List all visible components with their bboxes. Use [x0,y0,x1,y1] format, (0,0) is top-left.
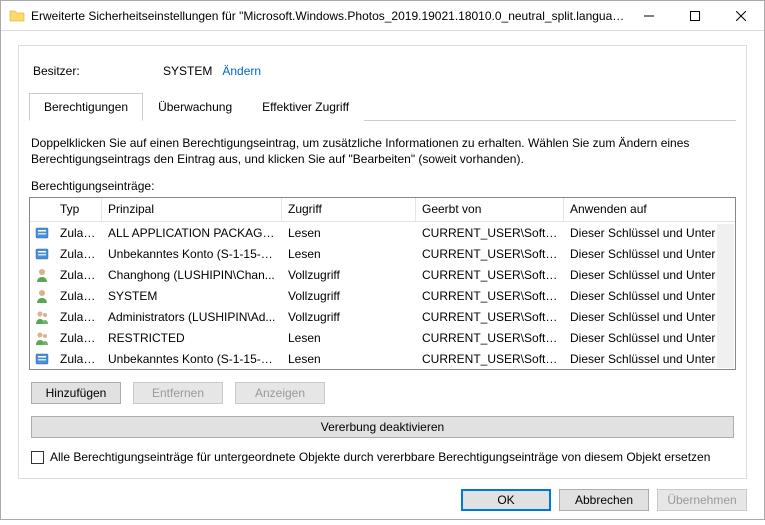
cell-type: Zulas... [54,266,102,284]
minimize-button[interactable] [626,1,672,31]
cell-access: Lesen [282,245,416,263]
cell-applies: Dieser Schlüssel und Unterschl... [564,287,735,305]
disable-inheritance-button[interactable]: Vererbung deaktivieren [31,416,734,438]
cell-type: Zulas... [54,224,102,242]
instructions-text: Doppelklicken Sie auf einen Berechtigung… [31,135,734,167]
cell-principal: SYSTEM [102,287,282,305]
cell-inherited: CURRENT_USER\Softw... [416,350,564,368]
cell-applies: Dieser Schlüssel und Unterschl... [564,245,735,263]
cell-principal: Unbekanntes Konto (S-1-15-3... [102,350,282,368]
cell-applies: Dieser Schlüssel und Unterschl... [564,350,735,368]
cell-type: Zulas... [54,308,102,326]
cell-principal: ALL APPLICATION PACKAGES [102,224,282,242]
cell-principal: Administrators (LUSHIPIN\Ad... [102,308,282,326]
cell-access: Lesen [282,224,416,242]
principal-icon [30,351,54,367]
view-button: Anzeigen [235,382,325,404]
table-row[interactable]: Zulas...Unbekanntes Konto (S-1-15-3...Le… [30,243,735,264]
cell-applies: Dieser Schlüssel und Unterschl... [564,266,735,284]
tabs: Berechtigungen Überwachung Effektiver Zu… [29,92,736,121]
vertical-scrollbar[interactable] [717,224,734,368]
replace-children-label: Alle Berechtigungseinträge für untergeor… [50,450,710,464]
cell-type: Zulas... [54,245,102,263]
column-header-applies[interactable]: Anwenden auf [564,198,735,221]
cell-access: Lesen [282,350,416,368]
ok-button[interactable]: OK [461,489,551,511]
principal-icon [30,225,54,241]
cell-inherited: CURRENT_USER\Softw... [416,245,564,263]
cell-inherited: CURRENT_USER\Softw... [416,224,564,242]
permissions-table: Typ Prinzipal Zugriff Geerbt von Anwende… [29,197,736,370]
cell-inherited: CURRENT_USER\Softw... [416,308,564,326]
security-settings-window: Erweiterte Sicherheitseinstellungen für … [0,0,765,520]
column-header-principal[interactable]: Prinzipal [102,198,282,221]
principal-icon [30,309,54,325]
cell-inherited: CURRENT_USER\Softw... [416,266,564,284]
owner-value: SYSTEM [163,64,212,78]
titlebar: Erweiterte Sicherheitseinstellungen für … [1,1,764,31]
principal-icon [30,330,54,346]
cell-type: Zulas... [54,329,102,347]
column-header-inherited[interactable]: Geerbt von [416,198,564,221]
folder-icon [9,8,25,24]
main-panel: Besitzer: SYSTEM Ändern Berechtigungen Ü… [18,45,747,479]
column-header-type[interactable]: Typ [54,198,102,221]
replace-children-checkbox[interactable] [31,451,44,464]
add-button[interactable]: Hinzufügen [31,382,121,404]
table-row[interactable]: Zulas...RESTRICTEDLesenCURRENT_USER\Soft… [30,327,735,348]
table-row[interactable]: Zulas...Unbekanntes Konto (S-1-15-3...Le… [30,348,735,369]
close-button[interactable] [718,1,764,31]
cell-applies: Dieser Schlüssel und Unterschl... [564,224,735,242]
owner-change-link[interactable]: Ändern [222,64,261,78]
cell-type: Zulas... [54,287,102,305]
cell-applies: Dieser Schlüssel und Unterschl... [564,329,735,347]
cell-access: Lesen [282,329,416,347]
cell-access: Vollzugriff [282,308,416,326]
owner-label: Besitzer: [33,64,163,78]
cell-access: Vollzugriff [282,287,416,305]
cell-principal: RESTRICTED [102,329,282,347]
tab-permissions[interactable]: Berechtigungen [29,93,143,121]
principal-icon [30,267,54,283]
apply-button: Übernehmen [657,489,747,511]
table-row[interactable]: Zulas...ALL APPLICATION PACKAGESLesenCUR… [30,222,735,243]
tab-effective-access[interactable]: Effektiver Zugriff [247,93,364,121]
cell-inherited: CURRENT_USER\Softw... [416,329,564,347]
cell-principal: Unbekanntes Konto (S-1-15-3... [102,245,282,263]
entries-label: Berechtigungseinträge: [31,179,734,193]
principal-icon [30,288,54,304]
maximize-button[interactable] [672,1,718,31]
dialog-buttons: OK Abbrechen Übernehmen [1,479,764,525]
window-title: Erweiterte Sicherheitseinstellungen für … [31,9,626,23]
table-row[interactable]: Zulas...SYSTEMVollzugriffCURRENT_USER\So… [30,285,735,306]
cell-principal: Changhong (LUSHIPIN\Chan... [102,266,282,284]
cell-applies: Dieser Schlüssel und Unterschl... [564,308,735,326]
principal-icon [30,246,54,262]
cell-inherited: CURRENT_USER\Softw... [416,287,564,305]
cell-access: Vollzugriff [282,266,416,284]
cell-type: Zulas... [54,350,102,368]
tab-auditing[interactable]: Überwachung [143,93,247,121]
table-row[interactable]: Zulas...Changhong (LUSHIPIN\Chan...Vollz… [30,264,735,285]
remove-button: Entfernen [133,382,223,404]
column-header-access[interactable]: Zugriff [282,198,416,221]
cancel-button[interactable]: Abbrechen [559,489,649,511]
table-row[interactable]: Zulas...Administrators (LUSHIPIN\Ad...Vo… [30,306,735,327]
